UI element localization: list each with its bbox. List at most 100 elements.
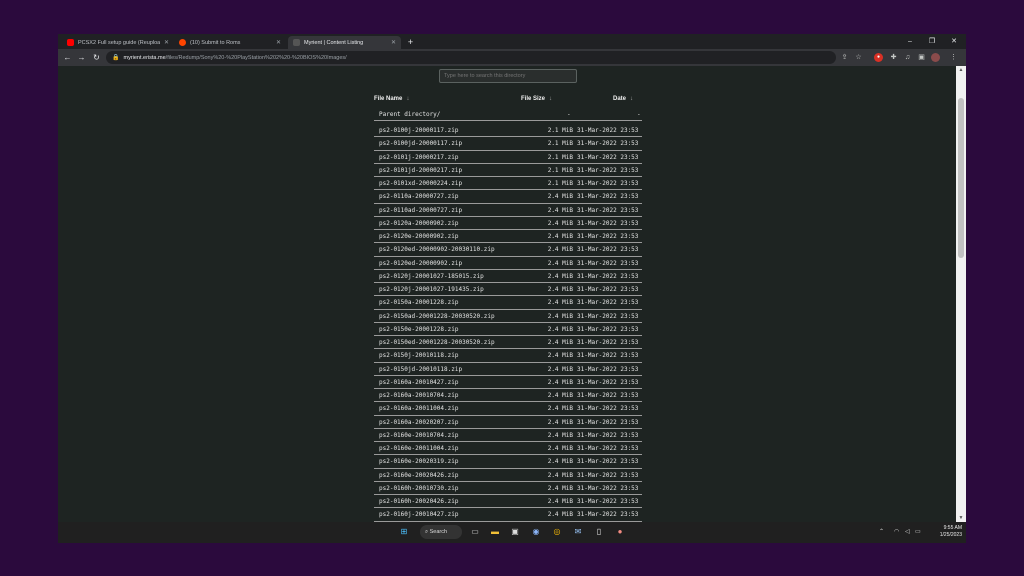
table-row[interactable]: ps2-0101xd-20000224.zip 2.1 MiB 31-Mar-202… bbox=[374, 177, 642, 191]
scroll-down-icon[interactable]: ▼ bbox=[956, 514, 966, 522]
parent-directory-link[interactable]: Parent directory/ bbox=[379, 111, 440, 118]
file-link[interactable]: ps2-0150ed-20001228-20030520.zip bbox=[379, 339, 495, 346]
table-row[interactable]: ps2-0160a-20010427.zip 2.4 MiB 31-Mar-2022… bbox=[374, 376, 642, 389]
file-link[interactable]: ps2-0150ad-20001228-20030520.zip bbox=[379, 313, 495, 320]
steam-icon[interactable]: ◉ bbox=[530, 526, 542, 538]
table-row[interactable]: ps2-0160e-20020319.zip 2.4 MiB 31-Mar-2022… bbox=[374, 455, 642, 469]
media-icon[interactable]: ♫ bbox=[903, 53, 912, 62]
file-link[interactable]: ps2-0160a-20020207.zip bbox=[379, 419, 458, 426]
battery-icon[interactable]: ▭ bbox=[915, 528, 921, 535]
table-row[interactable]: ps2-0110a-20000727.zip 2.4 MiB 31-Mar-2022… bbox=[374, 190, 642, 204]
reload-icon[interactable]: ↻ bbox=[91, 52, 102, 63]
table-row[interactable]: ps2-0110ad-20000727.zip 2.4 MiB 31-Mar-202… bbox=[374, 204, 642, 217]
file-link[interactable]: ps2-0160e-20020319.zip bbox=[379, 458, 458, 465]
parent-directory-row[interactable]: Parent directory/ - - bbox=[374, 108, 642, 121]
table-row[interactable]: ps2-0150a-20001228.zip 2.4 MiB 31-Mar-2022… bbox=[374, 296, 642, 310]
back-icon[interactable]: ← bbox=[62, 52, 73, 63]
file-explorer-icon[interactable]: ▬ bbox=[489, 526, 501, 538]
avatar[interactable] bbox=[931, 53, 940, 62]
taskbar-search[interactable]: ⌕ Search bbox=[420, 525, 462, 539]
share-icon[interactable]: ⇪ bbox=[840, 53, 849, 62]
file-link[interactable]: ps2-0160e-20020426.zip bbox=[379, 472, 458, 479]
wifi-icon[interactable]: ◠ bbox=[894, 528, 899, 535]
store-icon[interactable]: ▣ bbox=[509, 526, 521, 538]
table-row[interactable]: ps2-0160e-20010704.zip 2.4 MiB 31-Mar-2022… bbox=[374, 429, 642, 442]
close-icon[interactable]: ✕ bbox=[391, 39, 396, 46]
file-link[interactable]: ps2-0120j-20001027-191435.zip bbox=[379, 286, 484, 293]
file-link[interactable]: ps2-0160a-20010704.zip bbox=[379, 392, 458, 399]
file-link[interactable]: ps2-0150e-20001228.zip bbox=[379, 326, 458, 333]
file-link[interactable]: ps2-0120j-20001027-185015.zip bbox=[379, 273, 484, 280]
table-row[interactable]: ps2-0160a-20010704.zip 2.4 MiB 31-Mar-2022… bbox=[374, 389, 642, 403]
notepad-icon[interactable]: ▯ bbox=[593, 526, 605, 538]
file-link[interactable]: ps2-0160e-20010704.zip bbox=[379, 432, 458, 439]
file-link[interactable]: ps2-0101xd-20000224.zip bbox=[379, 180, 462, 187]
table-row[interactable]: ps2-0150e-20001228.zip 2.4 MiB 31-Mar-2022… bbox=[374, 323, 642, 336]
taskbar-clock[interactable]: 9:55 AM 1/25/2023 bbox=[926, 525, 962, 539]
scrollbar[interactable]: ▲ ▼ bbox=[956, 66, 966, 522]
file-link[interactable]: ps2-0120a-20000902.zip bbox=[379, 220, 458, 227]
table-row[interactable]: ps2-0120j-20001027-185015.zip 2.4 MiB 31-M… bbox=[374, 270, 642, 283]
file-link[interactable]: ps2-0160a-20010427.zip bbox=[379, 379, 458, 386]
table-row[interactable]: ps2-0150ed-20001228-20030520.zip 2.4 MiB 3… bbox=[374, 336, 642, 350]
file-link[interactable]: ps2-0101jd-20000217.zip bbox=[379, 167, 462, 174]
table-row[interactable]: ps2-0160a-20020207.zip 2.4 MiB 31-Mar-2022… bbox=[374, 416, 642, 429]
app-icon[interactable]: ● bbox=[614, 526, 626, 538]
table-row[interactable]: ps2-0160h-20020426.zip 2.4 MiB 31-Mar-2022… bbox=[374, 495, 642, 509]
table-row[interactable]: ps2-0160e-20020426.zip 2.4 MiB 31-Mar-2022… bbox=[374, 469, 642, 482]
file-link[interactable]: ps2-0120ed-20000902.zip bbox=[379, 260, 462, 267]
volume-icon[interactable]: ◁ bbox=[905, 528, 910, 535]
table-row[interactable]: ps2-0160j-20010427.zip 2.4 MiB 31-Mar-2022… bbox=[374, 508, 642, 522]
tab-myrient[interactable]: Myrient | Content Listing ✕ bbox=[288, 36, 401, 49]
table-row[interactable]: ps2-0101jd-20000217.zip 2.1 MiB 31-Mar-202… bbox=[374, 164, 642, 177]
table-row[interactable]: ps2-0150j-20010118.zip 2.4 MiB 31-Mar-2022… bbox=[374, 349, 642, 363]
file-link[interactable]: ps2-0100jd-20000117.zip bbox=[379, 140, 462, 147]
mail-icon[interactable]: ✉ bbox=[572, 526, 584, 538]
table-row[interactable]: ps2-0160e-20011004.zip 2.4 MiB 31-Mar-2022… bbox=[374, 442, 642, 456]
file-link[interactable]: ps2-0160h-20020426.zip bbox=[379, 498, 458, 505]
extensions-puzzle-icon[interactable]: ✚ bbox=[889, 53, 898, 62]
tray-chevron-icon[interactable]: ⌃ bbox=[879, 528, 884, 535]
file-link[interactable]: ps2-0150a-20001228.zip bbox=[379, 299, 458, 306]
table-row[interactable]: ps2-0150ad-20001228-20030520.zip 2.4 MiB 3… bbox=[374, 310, 642, 323]
column-header-date[interactable]: Date ↓ bbox=[613, 96, 633, 102]
file-link[interactable]: ps2-0160a-20011004.zip bbox=[379, 405, 458, 412]
file-link[interactable]: ps2-0110a-20000727.zip bbox=[379, 193, 458, 200]
table-row[interactable]: ps2-0120j-20001027-191435.zip 2.4 MiB 31-M… bbox=[374, 283, 642, 297]
file-link[interactable]: ps2-0150j-20010118.zip bbox=[379, 352, 458, 359]
table-row[interactable]: ps2-0100jd-20000117.zip 2.1 MiB 31-Mar-202… bbox=[374, 137, 642, 151]
task-view-icon[interactable]: ▭ bbox=[469, 526, 481, 538]
search-input[interactable] bbox=[439, 69, 577, 83]
file-link[interactable]: ps2-0120e-20000902.zip bbox=[379, 233, 458, 240]
close-icon[interactable]: ✕ bbox=[164, 39, 169, 46]
column-header-name[interactable]: File Name ↓ bbox=[374, 96, 409, 102]
column-header-size[interactable]: File Size ↓ bbox=[521, 96, 552, 102]
scroll-up-icon[interactable]: ▲ bbox=[956, 66, 966, 74]
minimize-icon[interactable]: – bbox=[903, 36, 917, 47]
close-icon[interactable]: ✕ bbox=[276, 39, 281, 46]
windows-start-icon[interactable]: ⊞ bbox=[398, 526, 410, 538]
file-link[interactable]: ps2-0160e-20011004.zip bbox=[379, 445, 458, 452]
close-window-icon[interactable]: ✕ bbox=[947, 36, 961, 47]
tab-submit-roms[interactable]: (10) Submit to Roms ✕ bbox=[174, 36, 286, 49]
table-row[interactable]: ps2-0120a-20000902.zip 2.4 MiB 31-Mar-2022… bbox=[374, 217, 642, 230]
file-link[interactable]: ps2-0110ad-20000727.zip bbox=[379, 207, 462, 214]
file-link[interactable]: ps2-0100j-20000117.zip bbox=[379, 127, 458, 134]
side-panel-icon[interactable]: ▣ bbox=[917, 53, 926, 62]
menu-kebab-icon[interactable]: ⋮ bbox=[949, 53, 958, 62]
table-row[interactable]: ps2-0160a-20011004.zip 2.4 MiB 31-Mar-2022… bbox=[374, 402, 642, 416]
address-bar[interactable]: 🔒 myrient.erista.me/files/Redump/Sony%20… bbox=[106, 51, 836, 64]
extension-adblock-icon[interactable]: ● bbox=[874, 53, 883, 62]
scroll-thumb[interactable] bbox=[958, 98, 964, 258]
table-row[interactable]: ps2-0100j-20000117.zip 2.1 MiB 31-Mar-2022… bbox=[374, 124, 642, 138]
forward-icon[interactable]: → bbox=[76, 52, 87, 63]
file-link[interactable]: ps2-0120ed-20000902-20030110.zip bbox=[379, 246, 495, 253]
table-row[interactable]: ps2-0120e-20000902.zip 2.4 MiB 31-Mar-2022… bbox=[374, 230, 642, 244]
table-row[interactable]: ps2-0120ed-20000902-20030110.zip 2.4 MiB 3… bbox=[374, 243, 642, 257]
table-row[interactable]: ps2-0101j-20000217.zip 2.1 MiB 31-Mar-2022… bbox=[374, 151, 642, 164]
bookmark-star-icon[interactable]: ☆ bbox=[854, 53, 863, 62]
file-link[interactable]: ps2-0160j-20010427.zip bbox=[379, 511, 458, 518]
table-row[interactable]: ps2-0150jd-20010118.zip 2.4 MiB 31-Mar-202… bbox=[374, 363, 642, 376]
table-row[interactable]: ps2-0160h-20010730.zip 2.4 MiB 31-Mar-2022… bbox=[374, 482, 642, 495]
file-link[interactable]: ps2-0160h-20010730.zip bbox=[379, 485, 458, 492]
